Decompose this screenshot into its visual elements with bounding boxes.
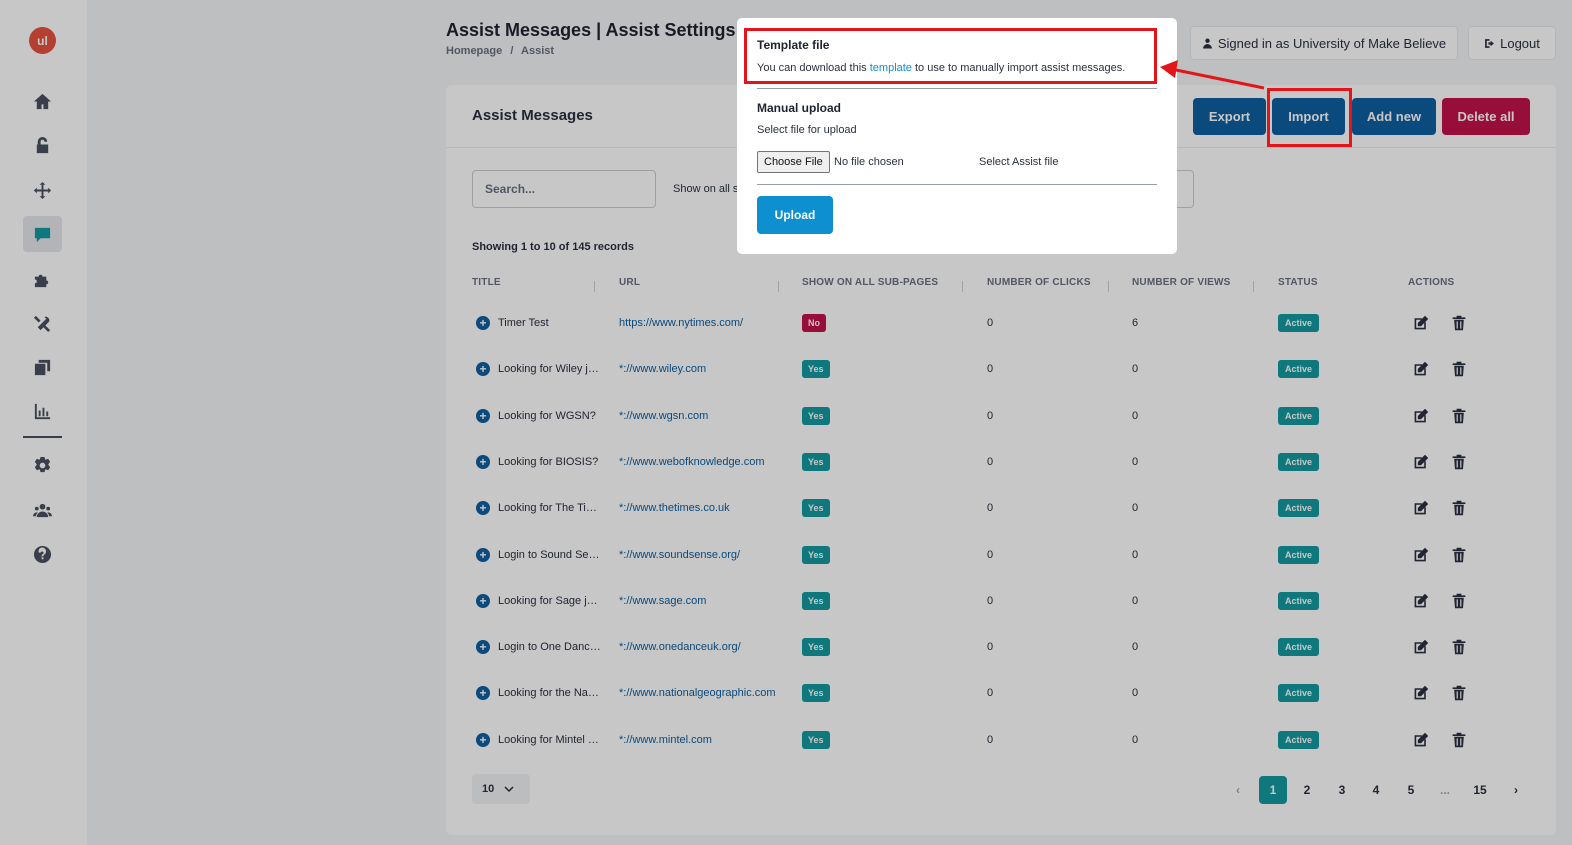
manual-upload-text: Select file for upload xyxy=(757,124,857,136)
upload-button[interactable]: Upload xyxy=(757,196,833,234)
modal-divider xyxy=(757,88,1157,89)
choose-file-button[interactable]: Choose File xyxy=(757,151,830,173)
no-file-chosen: No file chosen xyxy=(834,156,904,168)
select-assist-file-label: Select Assist file xyxy=(979,156,1059,168)
highlight-import-button xyxy=(1267,88,1352,147)
highlight-template-file xyxy=(744,28,1157,84)
manual-upload-title: Manual upload xyxy=(757,101,841,115)
modal-divider xyxy=(757,184,1157,185)
